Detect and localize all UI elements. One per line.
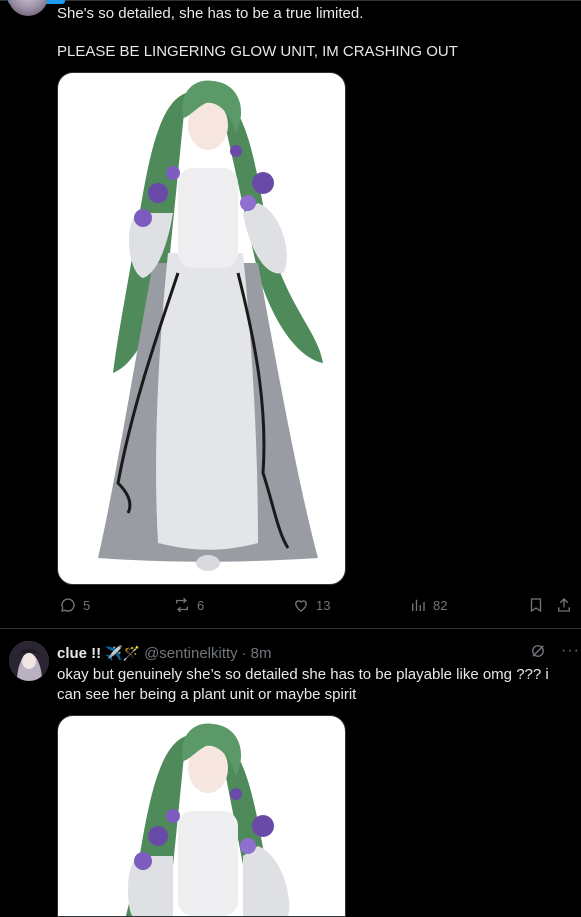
like-count: 13 <box>316 597 331 613</box>
reply-icon <box>61 598 75 612</box>
user-handle[interactable]: @sentinelkitty <box>144 645 238 662</box>
tweet-image[interactable] <box>57 72 346 585</box>
tweet-text-line2: PLEASE BE LINGERING GLOW UNIT, IM CRASHI… <box>57 43 458 60</box>
heart-icon <box>295 600 307 612</box>
bookmark-icon <box>530 598 542 613</box>
more-options-button[interactable]: ··· <box>561 642 580 660</box>
share-button[interactable] <box>555 596 573 614</box>
character-illustration <box>126 723 290 916</box>
avatar-image <box>9 641 49 681</box>
tweet-text-line1: She's so detailed, she has to be a true … <box>57 5 364 22</box>
share-icon <box>558 598 570 612</box>
reply-count: 5 <box>83 597 91 613</box>
retweet-button[interactable]: 6 <box>173 596 204 614</box>
tweet-actions: 5 6 13 82 <box>57 596 577 618</box>
display-name[interactable]: clue !! <box>57 645 101 662</box>
bookmark-button[interactable] <box>527 596 545 614</box>
tweet-header-actions: ··· <box>529 642 580 660</box>
retweet-count: 6 <box>197 597 205 613</box>
avatar[interactable] <box>8 0 48 16</box>
views-count: 82 <box>433 597 448 613</box>
name-emoji: ✈️🪄 <box>105 644 141 661</box>
reply-button[interactable]: 5 <box>59 596 90 614</box>
views-button[interactable]: 82 <box>409 596 447 614</box>
separator-dot: · <box>241 644 247 662</box>
timestamp[interactable]: 8m <box>251 645 272 662</box>
tweet-text: okay but genuinely she’s so detailed she… <box>57 666 549 703</box>
like-button[interactable]: 13 <box>292 596 330 614</box>
avatar[interactable] <box>9 641 49 681</box>
grok-icon[interactable] <box>529 642 547 660</box>
top-border <box>0 0 581 1</box>
views-icon <box>412 599 425 611</box>
tweet-image[interactable] <box>57 715 346 917</box>
character-illustration <box>98 80 323 571</box>
tweet-header: clue !! ✈️🪄 @sentinelkitty · 8m <box>57 643 272 663</box>
retweet-icon <box>176 597 188 613</box>
tweet-divider <box>0 628 581 629</box>
